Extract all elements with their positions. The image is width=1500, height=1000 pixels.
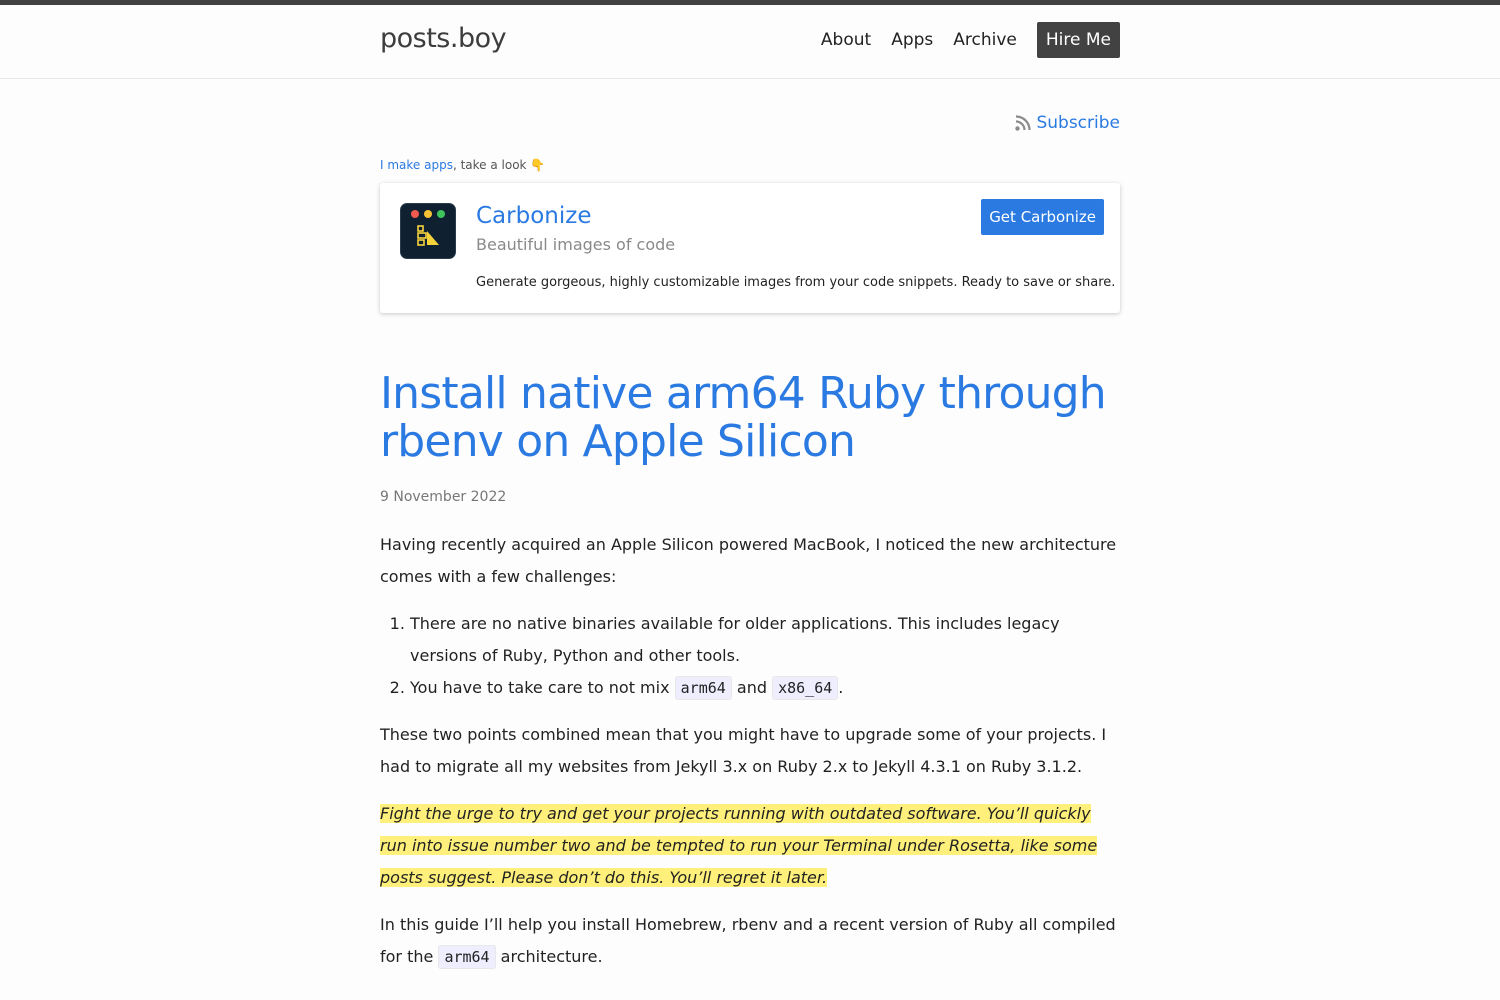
main-nav: About Apps Archive Hire Me: [801, 22, 1120, 58]
inline-code: arm64: [438, 945, 496, 969]
app-promo-card: Carbonize Beautiful images of code Gener…: [380, 183, 1120, 313]
subscribe-link[interactable]: Subscribe: [1015, 113, 1120, 133]
guide-text-end: architecture.: [495, 947, 603, 966]
highlighted-warning: Fight the urge to try and get your proje…: [380, 798, 1120, 894]
app-description: Generate gorgeous, highly customizable i…: [476, 275, 1116, 290]
app-name-link[interactable]: Carbonize: [476, 203, 591, 229]
app-tagline: Beautiful images of code: [476, 235, 676, 254]
blog-post: Install native arm64 Ruby through rbenv …: [380, 370, 1120, 988]
subscribe-label: Subscribe: [1036, 113, 1120, 133]
rss-icon: [1015, 115, 1032, 131]
inline-code: arm64: [674, 676, 732, 700]
nav-about-link[interactable]: About: [821, 30, 871, 50]
hire-me-button[interactable]: Hire Me: [1036, 22, 1120, 58]
list-item: You have to take care to not mix arm64 a…: [410, 672, 1120, 704]
post-body: Having recently acquired an Apple Silico…: [380, 529, 1120, 973]
promo-intro: I make apps, take a look 👇: [380, 158, 545, 172]
make-apps-link[interactable]: I make apps: [380, 158, 453, 172]
nav-apps-link[interactable]: Apps: [891, 30, 933, 50]
list-text: and: [731, 678, 773, 697]
carbonize-app-icon[interactable]: [400, 203, 456, 259]
promo-intro-text: , take a look 👇: [452, 158, 546, 172]
list-text: .: [838, 678, 844, 697]
challenges-list: There are no native binaries available f…: [410, 608, 1120, 704]
paragraph-migration: These two points combined mean that you …: [380, 725, 1107, 776]
get-carbonize-button[interactable]: Get Carbonize: [981, 199, 1104, 235]
paragraph-guide: In this guide I’ll help you install Home…: [380, 909, 1120, 973]
list-item: There are no native binaries available f…: [410, 608, 1120, 672]
site-header: posts.boy About Apps Archive Hire Me: [0, 5, 1500, 79]
code-image-icon: [417, 225, 439, 246]
highlight-text: Fight the urge to try and get your proje…: [380, 804, 1098, 887]
post-title[interactable]: Install native arm64 Ruby through rbenv …: [380, 370, 1120, 466]
post-date: 9 November 2022: [380, 489, 507, 505]
inline-code: x86_64: [772, 676, 839, 700]
paragraph-intro: Having recently acquired an Apple Silico…: [380, 535, 1117, 586]
site-brand-link[interactable]: posts.boy: [380, 23, 507, 54]
list-text: You have to take care to not mix: [410, 678, 675, 697]
nav-archive-link[interactable]: Archive: [953, 30, 1017, 50]
